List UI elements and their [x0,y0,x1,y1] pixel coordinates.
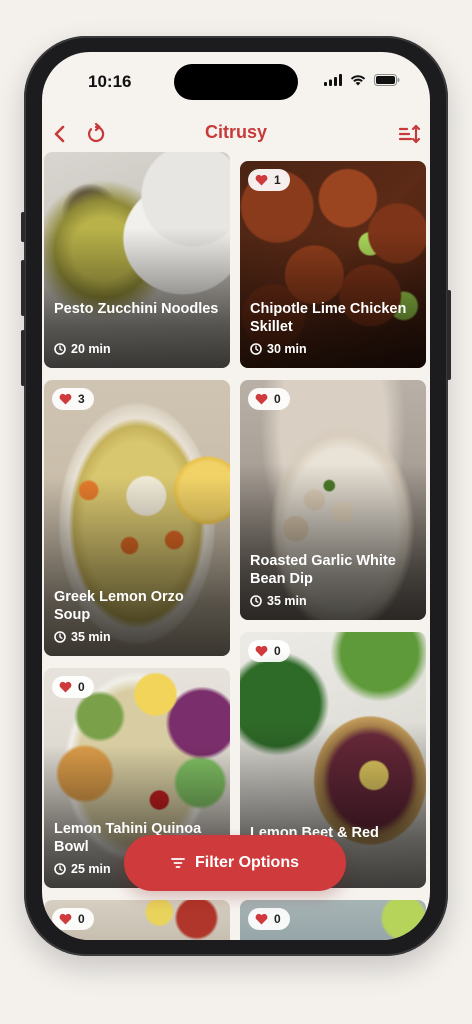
recipe-title: Chipotle Lime Chicken Skillet [250,301,407,335]
clock-icon [54,343,66,355]
like-badge[interactable]: 0 [52,908,94,930]
power-button [447,290,451,380]
recipe-time-row: 35 min [250,594,307,608]
battery-icon [374,73,400,91]
recipe-time: 30 min [267,342,307,356]
heart-icon [255,645,268,657]
wifi-icon [350,73,366,91]
clock-icon [250,595,262,607]
status-time: 10:16 [88,72,132,91]
clock-icon [250,343,262,355]
recipe-grid: Pesto Zucchini Noodles 20 min 1 Chipotle… [44,152,428,940]
filter-options-label: Filter Options [195,854,299,871]
signal-icon [324,73,342,91]
like-count: 0 [274,644,281,658]
recipe-time-row: 25 min [54,862,111,876]
heart-icon [255,393,268,405]
recipe-time: 35 min [71,630,111,644]
like-count: 0 [274,912,281,926]
like-badge[interactable]: 0 [248,640,290,662]
volume-down-button [21,330,25,386]
screen: 10:16 Citrusy Pesto Zucchini Noodles 20 … [42,52,430,940]
recipe-card[interactable]: Pesto Zucchini Noodles 20 min [44,152,230,368]
recipe-card[interactable]: 3 Greek Lemon Orzo Soup 35 min [44,380,230,656]
clock-icon [54,631,66,643]
like-count: 1 [274,173,281,187]
like-count: 0 [78,680,85,694]
recipe-card[interactable]: 0 [44,900,230,940]
heart-icon [255,174,268,186]
sort-button[interactable] [396,120,424,148]
clock-icon [54,863,66,875]
recipe-card[interactable]: 0 Roasted Garlic White Bean Dip 35 min [240,380,426,620]
recipe-time-row: 35 min [54,630,111,644]
filter-options-button[interactable]: Filter Options [124,835,346,891]
status-bar: 10:16 [42,52,430,108]
recipe-title: Greek Lemon Orzo Soup [54,589,184,623]
recipe-card[interactable]: 1 Chipotle Lime Chicken Skillet 30 min [240,161,426,368]
recipe-time: 20 min [71,342,111,356]
nav-bar: Citrusy [42,116,430,152]
like-badge[interactable]: 1 [248,169,290,191]
like-badge[interactable]: 0 [248,388,290,410]
recipe-time-row: 20 min [54,342,111,356]
like-count: 0 [274,392,281,406]
status-icons [324,73,400,91]
like-count: 0 [78,912,85,926]
action-button [21,212,25,242]
recipe-time: 25 min [71,862,111,876]
sort-icon [398,124,421,144]
recipe-title: Pesto Zucchini Noodles [54,301,219,317]
heart-icon [255,913,268,925]
dynamic-island [174,64,298,100]
like-count: 3 [78,392,85,406]
heart-icon [59,393,72,405]
heart-icon [59,681,72,693]
like-badge[interactable]: 0 [52,676,94,698]
recipe-time: 35 min [267,594,307,608]
volume-up-button [21,260,25,316]
like-badge[interactable]: 0 [248,908,290,930]
page-title: Citrusy [204,122,267,142]
recipe-title: Roasted Garlic White Bean Dip [250,553,396,587]
like-badge[interactable]: 3 [52,388,94,410]
recipe-card[interactable]: 0 [240,900,426,940]
filter-icon [171,858,185,868]
recipe-time-row: 30 min [250,342,307,356]
heart-icon [59,913,72,925]
